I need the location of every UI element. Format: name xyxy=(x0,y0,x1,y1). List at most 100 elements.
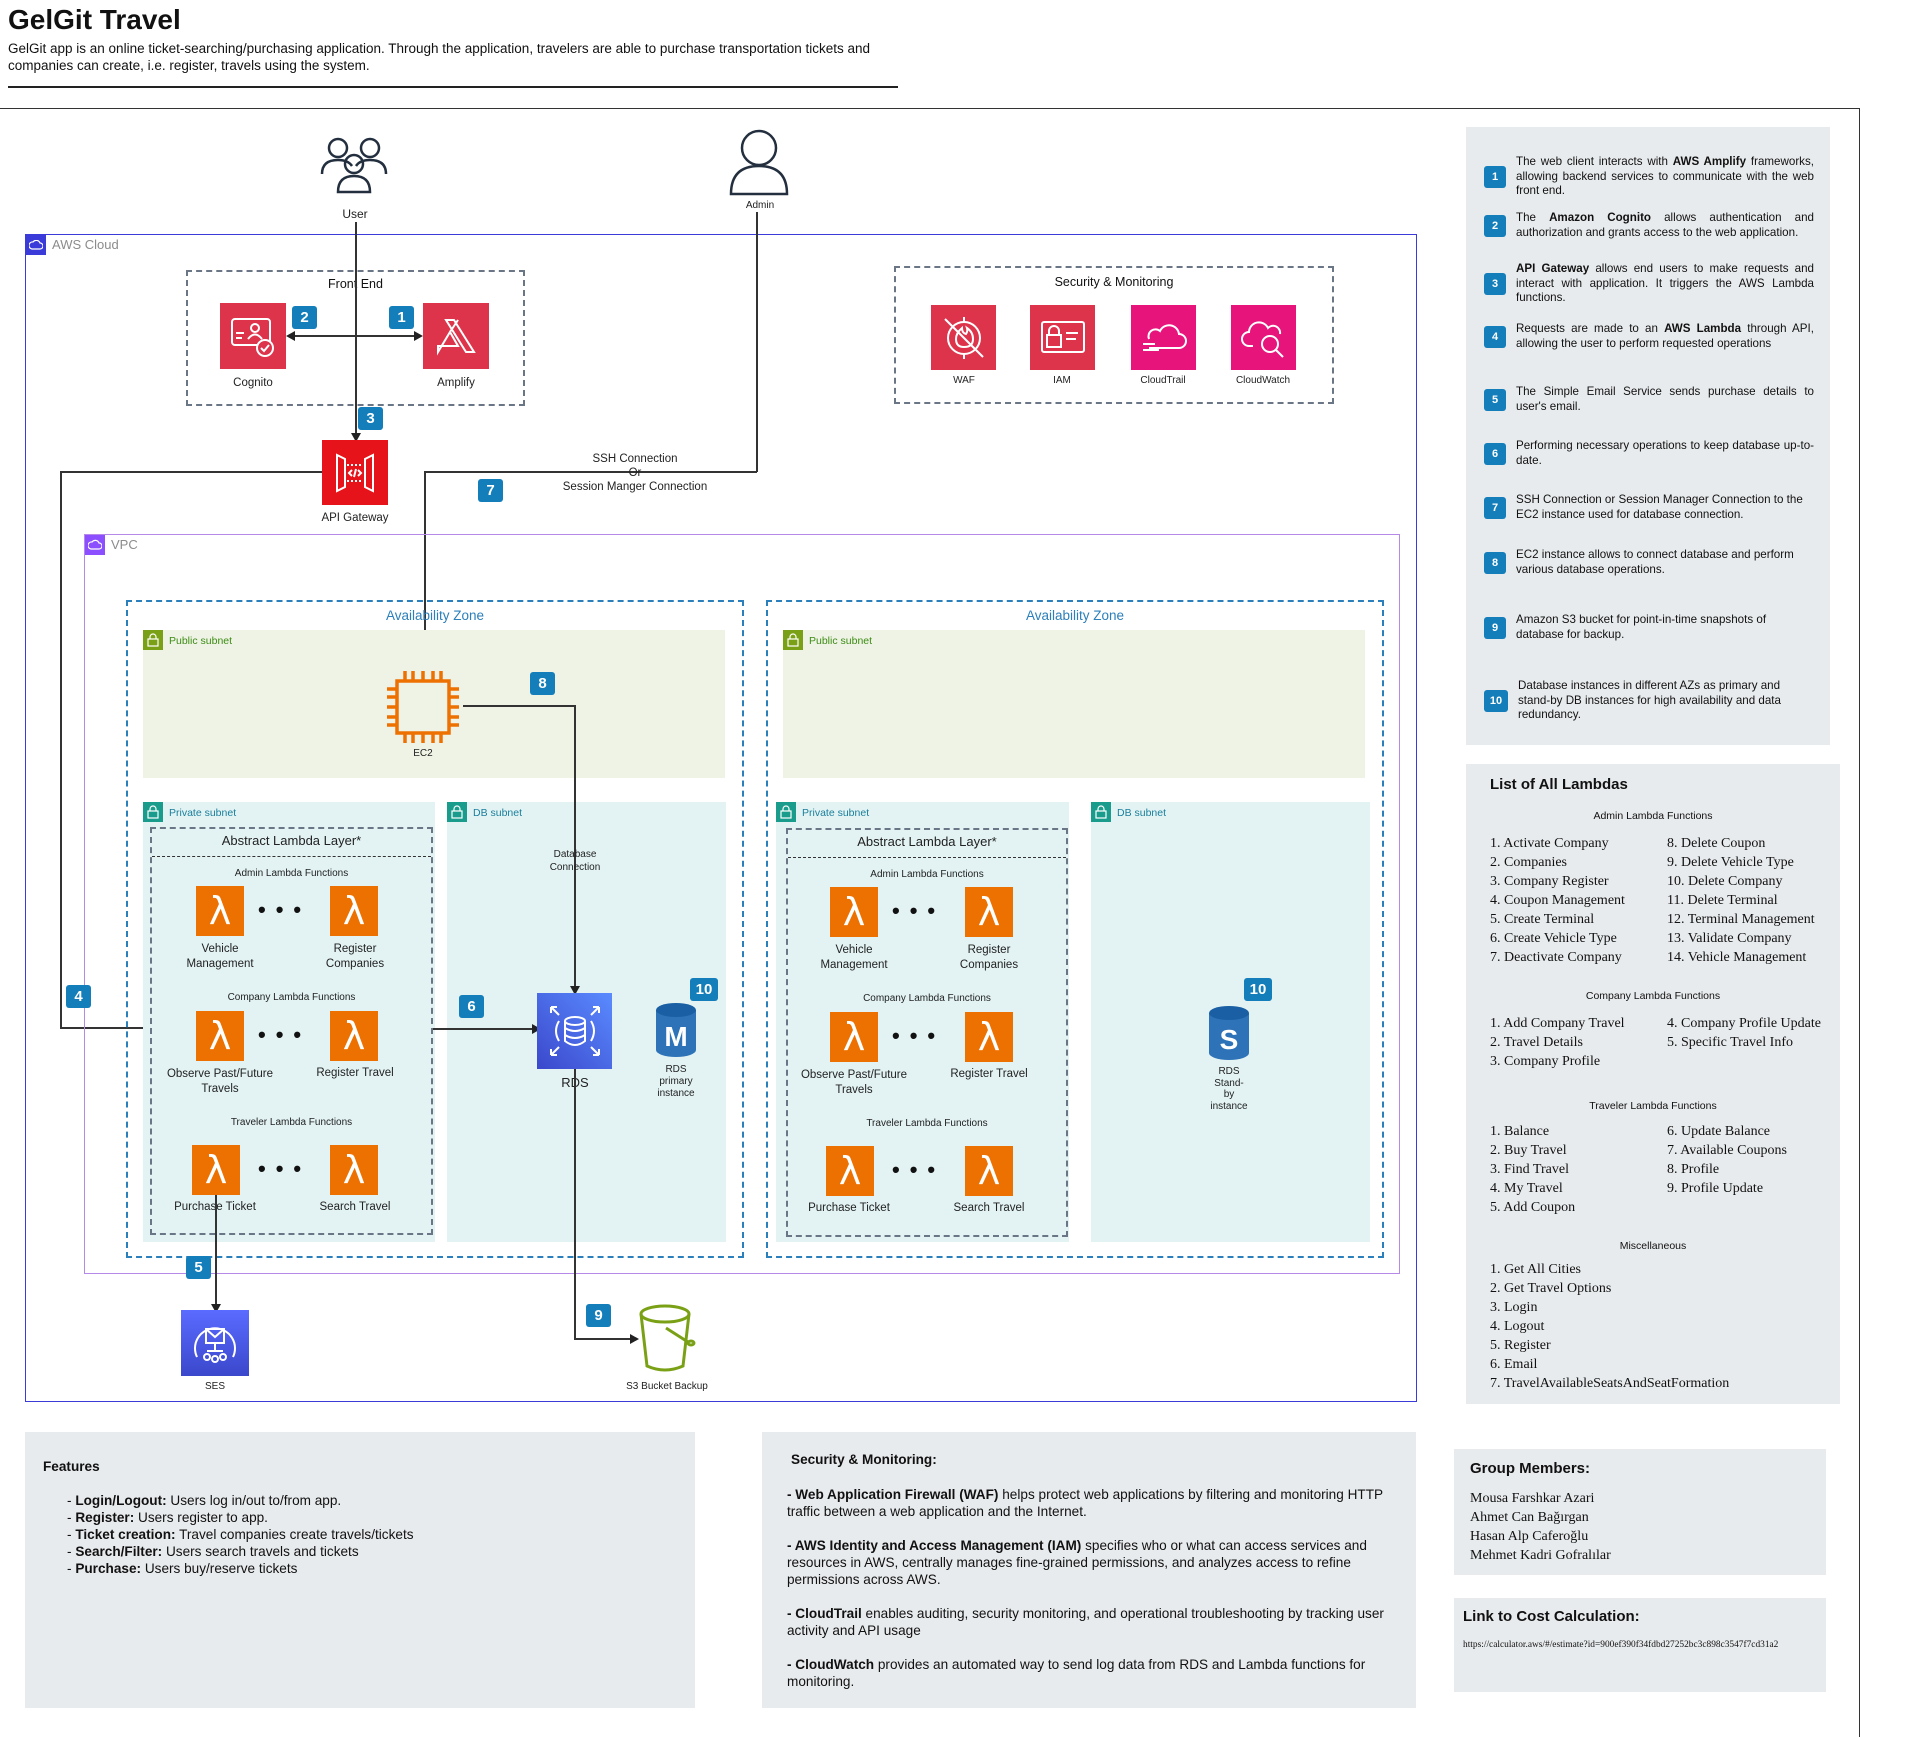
api-gateway-label: API Gateway xyxy=(321,512,389,524)
security-item: - AWS Identity and Access Management (IA… xyxy=(787,1538,1367,1587)
features-panel: Features - Login/Logout: Users log in/ou… xyxy=(25,1432,695,1708)
step-text: EC2 instance allows to connect database … xyxy=(1516,548,1794,576)
rds-primary-icon[interactable]: M xyxy=(654,1002,698,1058)
lambda-layer-divider xyxy=(788,857,1066,858)
misc-lambdas-col1: 1. Get All Cities 2. Get Travel Options 3.… xyxy=(1490,1262,1730,1391)
step-item: 8 EC2 instance allows to connect databas… xyxy=(1484,548,1814,577)
rds-standby-icon[interactable]: S xyxy=(1207,1005,1251,1061)
lambda-layer-title: Abstract Lambda Layer* xyxy=(221,833,362,848)
step-item: 6 Performing necessary operations to kee… xyxy=(1484,439,1814,468)
cloudtrail-label: CloudTrail xyxy=(1140,375,1186,386)
rds-icon[interactable] xyxy=(537,993,612,1069)
lambda-icon[interactable]: λ xyxy=(330,1145,378,1195)
step-item: 1 The web client interacts with AWS Ampl… xyxy=(1484,155,1814,199)
lambda-icon[interactable]: λ xyxy=(830,1012,878,1062)
ec2-rds-connector xyxy=(463,705,575,707)
arrow-head xyxy=(286,331,295,341)
rds-s3-connector xyxy=(574,1338,631,1340)
availability-zone-label: Availability Zone xyxy=(385,608,485,623)
lambda-icon[interactable]: λ xyxy=(965,1012,1013,1062)
step-item: 2 The Amazon Cognito allows authenticati… xyxy=(1484,211,1814,240)
ellipsis: ••• xyxy=(892,1023,946,1048)
lambda-vehicle-management-label: Vehicle Management xyxy=(820,944,888,971)
step-number: 4 xyxy=(1484,325,1506,348)
lambda-icon[interactable]: λ xyxy=(826,1146,874,1196)
database-connection-label: Database Connection xyxy=(549,849,601,873)
arrow-head xyxy=(414,331,423,341)
ses-label: SES xyxy=(204,1381,225,1392)
waf-icon[interactable] xyxy=(931,305,996,370)
ellipsis: ••• xyxy=(258,1022,312,1047)
step-item: 4 Requests are made to an AWS Lambda thr… xyxy=(1484,322,1814,351)
group-members-list: Mousa Farshkar Azari Ahmet Can Bağırgan … xyxy=(1470,1489,1611,1565)
cloudwatch-icon[interactable] xyxy=(1231,305,1296,370)
api-gateway-icon[interactable] xyxy=(322,440,388,505)
lambda-list-panel: List of All Lambdas Admin Lambda Functio… xyxy=(1466,764,1840,1404)
admin-lambdas-heading: Admin Lambda Functions xyxy=(1593,810,1713,822)
group-member: Hasan Alp Caferoğlu xyxy=(1470,1529,1589,1544)
lambda-icon[interactable]: λ xyxy=(196,886,244,936)
company-lambda-title: Company Lambda Functions xyxy=(863,993,991,1004)
lock-icon xyxy=(776,802,796,822)
security-item: - Web Application Firewall (WAF) helps p… xyxy=(787,1487,1383,1519)
step-badge-5: 5 xyxy=(186,1256,211,1279)
admin-lambda-title: Admin Lambda Functions xyxy=(234,868,349,879)
lambda-register-travel-label: Register Travel xyxy=(316,1067,394,1079)
features-title: Features xyxy=(43,1459,100,1474)
feature-item: - Purchase: Users buy/reserve tickets xyxy=(67,1561,298,1576)
company-lambdas-col1: 1. Add Company Travel 2. Travel Details 3.… xyxy=(1490,1016,1625,1069)
lambda-register-companies-label: Register Companies xyxy=(959,944,1019,971)
svg-text:M: M xyxy=(664,1021,687,1052)
feature-item: - Ticket creation: Travel companies crea… xyxy=(67,1527,414,1542)
step-text: Amazon S3 bucket for point-in-time snaps… xyxy=(1516,613,1767,641)
lock-icon xyxy=(783,630,803,650)
iam-icon[interactable] xyxy=(1030,305,1095,370)
step-badge-2: 2 xyxy=(292,306,317,329)
lambda-icon[interactable]: λ xyxy=(330,1011,378,1061)
lambda-icon[interactable]: λ xyxy=(330,886,378,936)
user-api-connector xyxy=(355,222,357,435)
features-list: - Login/Logout: Users log in/out to/from… xyxy=(67,1492,414,1577)
cost-calculation-link[interactable]: https://calculator.aws/#/estimate?id=900… xyxy=(1463,1640,1778,1650)
steps-legend-panel: 1 The web client interacts with AWS Ampl… xyxy=(1466,127,1830,745)
page-subtitle: GelGit app is an online ticket-searching… xyxy=(8,41,871,73)
s3-bucket-icon[interactable] xyxy=(630,1302,700,1374)
user-label: User xyxy=(342,207,368,221)
rds-s3-connector xyxy=(574,1069,576,1339)
ec2-rds-connector xyxy=(574,705,576,988)
step-item: 5 The Simple Email Service sends purchas… xyxy=(1484,385,1814,414)
lambda-icon[interactable]: λ xyxy=(192,1145,240,1195)
group-members-panel: Group Members: Mousa Farshkar Azari Ahme… xyxy=(1454,1449,1826,1575)
lambda-icon[interactable]: λ xyxy=(965,1146,1013,1196)
security-description-list: - Web Application Firewall (WAF) helps p… xyxy=(787,1486,1388,1707)
api-lambda-connector xyxy=(60,471,62,1028)
ellipsis: ••• xyxy=(892,1157,946,1182)
lambda-icon[interactable]: λ xyxy=(830,887,878,937)
amplify-icon[interactable] xyxy=(423,303,489,369)
api-lambda-connector xyxy=(60,471,322,473)
step-text: The web client interacts with AWS Amplif… xyxy=(1516,155,1814,197)
lambda-icon[interactable]: λ xyxy=(965,887,1013,937)
step-badge-3: 3 xyxy=(358,407,383,430)
cloudtrail-icon[interactable] xyxy=(1131,305,1196,370)
step-badge-10: 10 xyxy=(1244,978,1272,1001)
step-number: 5 xyxy=(1484,388,1506,411)
cognito-label: Cognito xyxy=(233,377,273,389)
ec2-icon[interactable] xyxy=(383,667,463,747)
lock-icon xyxy=(143,802,163,822)
public-subnet-label: Public subnet xyxy=(169,635,233,647)
cognito-icon[interactable] xyxy=(220,303,286,369)
step-item: 10 Database instances in different AZs a… xyxy=(1484,679,1814,723)
ses-icon[interactable] xyxy=(181,1310,249,1376)
cost-calculation-title: Link to Cost Calculation: xyxy=(1463,1608,1640,1625)
page-title: GelGit Travel xyxy=(8,4,181,35)
lock-icon xyxy=(1091,802,1111,822)
ellipsis: ••• xyxy=(258,1156,312,1181)
step-text: SSH Connection or Session Manager Connec… xyxy=(1516,493,1803,521)
public-subnet-2: Public subnet xyxy=(783,630,1365,778)
step-number: 6 xyxy=(1484,442,1506,465)
lambda-search-travel-label: Search Travel xyxy=(953,1202,1025,1214)
lambda-register-companies-label: Register Companies xyxy=(325,943,385,970)
step-item: 9 Amazon S3 bucket for point-in-time sna… xyxy=(1484,613,1814,642)
lambda-icon[interactable]: λ xyxy=(196,1011,244,1061)
